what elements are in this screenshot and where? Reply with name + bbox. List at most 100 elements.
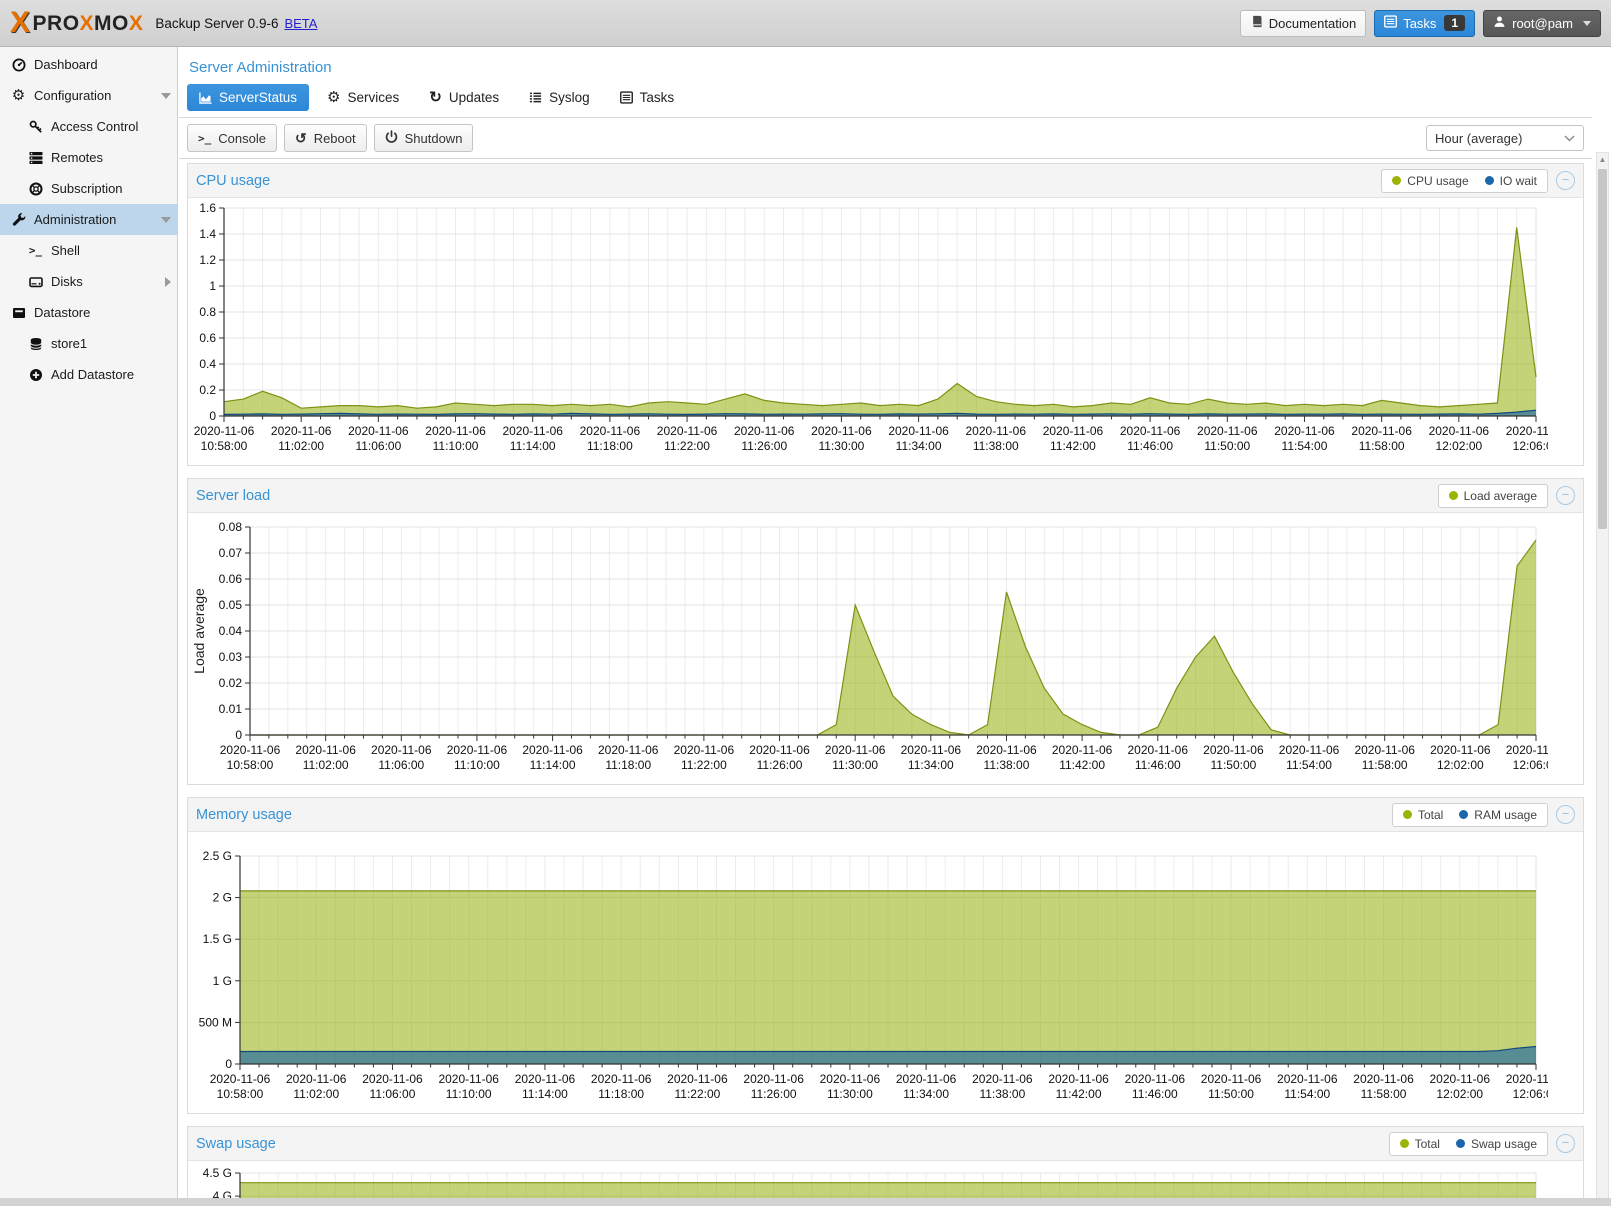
panel-title: Memory usage xyxy=(196,807,292,823)
collapse-icon[interactable]: − xyxy=(1556,1134,1575,1153)
console-label: Console xyxy=(218,131,266,146)
svg-text:0.02: 0.02 xyxy=(219,676,243,690)
collapse-icon[interactable]: − xyxy=(1556,486,1575,505)
svg-text:2.5 G: 2.5 G xyxy=(203,849,232,863)
svg-text:0: 0 xyxy=(209,409,216,423)
archive-box-icon xyxy=(10,306,27,320)
svg-text:11:42:00: 11:42:00 xyxy=(1056,1087,1102,1101)
svg-text:11:34:00: 11:34:00 xyxy=(896,439,942,453)
legend-dot-icon xyxy=(1459,810,1468,819)
sidebar-item-administration[interactable]: Administration xyxy=(0,204,177,235)
beta-link[interactable]: BETA xyxy=(284,16,317,31)
svg-text:11:22:00: 11:22:00 xyxy=(681,758,727,772)
server-list-icon xyxy=(27,151,44,165)
sidebar-item-label: Access Control xyxy=(51,119,138,134)
proxmox-x-icon: X xyxy=(10,8,31,38)
svg-text:11:38:00: 11:38:00 xyxy=(979,1087,1025,1101)
svg-text:2020-11-06: 2020-11-06 xyxy=(438,1072,499,1086)
cpu-usage-chart[interactable]: 1.61.41.210.80.60.40.202020-11-0610:58:0… xyxy=(188,198,1583,465)
svg-text:12:06:00: 12:06:00 xyxy=(1513,1087,1548,1101)
reboot-button[interactable]: ↺ Reboot xyxy=(284,124,367,152)
sidebar-item-label: Disks xyxy=(51,274,83,289)
svg-text:2020-11-06: 2020-11-06 xyxy=(1120,424,1181,438)
tab-label: Services xyxy=(348,90,400,105)
database-icon xyxy=(27,337,44,351)
svg-text:11:06:00: 11:06:00 xyxy=(355,439,401,453)
sidebar-item-dashboard[interactable]: Dashboard xyxy=(0,49,177,80)
vertical-scrollbar[interactable]: ▲ xyxy=(1596,152,1609,1206)
svg-text:11:06:00: 11:06:00 xyxy=(370,1087,416,1101)
svg-text:0.04: 0.04 xyxy=(219,624,243,638)
brand-text: PRO xyxy=(33,13,80,34)
plus-circle-icon xyxy=(27,368,44,382)
svg-text:2020-11-06: 2020-11-06 xyxy=(820,1072,881,1086)
svg-text:11:58:00: 11:58:00 xyxy=(1362,758,1408,772)
svg-text:0: 0 xyxy=(225,1057,232,1071)
tab-tasks[interactable]: Tasks xyxy=(608,84,687,111)
collapse-icon[interactable]: − xyxy=(1556,805,1575,824)
svg-text:2020-11-06: 2020-11-06 xyxy=(1430,1072,1491,1086)
sidebar-item-remotes[interactable]: Remotes xyxy=(0,142,177,173)
sidebar-item-configuration[interactable]: ⚙ Configuration xyxy=(0,80,177,111)
svg-text:2020-11-06: 2020-11-06 xyxy=(1354,743,1415,757)
svg-text:2020-11-06: 2020-11-06 xyxy=(1203,743,1264,757)
svg-text:2020-11-06: 2020-11-06 xyxy=(667,1072,728,1086)
server-load-chart[interactable]: 0.080.070.060.050.040.030.020.0102020-11… xyxy=(188,513,1583,784)
window-bottom-edge xyxy=(0,1198,1611,1206)
documentation-label: Documentation xyxy=(1269,16,1356,31)
svg-text:10:58:00: 10:58:00 xyxy=(201,439,248,453)
tab-serverstatus[interactable]: ServerStatus xyxy=(187,84,309,111)
svg-text:2020-11-06: 2020-11-06 xyxy=(348,424,409,438)
legend-label: Swap usage xyxy=(1471,1137,1537,1151)
chevron-down-icon xyxy=(161,217,171,223)
legend-item: Total xyxy=(1403,808,1443,822)
svg-text:2020-11-06: 2020-11-06 xyxy=(896,1072,957,1086)
collapse-icon[interactable]: − xyxy=(1556,171,1575,190)
tab-updates[interactable]: ↻ Updates xyxy=(417,84,511,111)
product-name: Backup Server 0.9-6 xyxy=(155,16,278,31)
chevron-down-icon xyxy=(1583,21,1591,26)
sidebar-item-label: Configuration xyxy=(34,88,111,103)
memory-usage-svg: 2.5 G2 G1.5 G1 G500 M02020-11-0610:58:00… xyxy=(188,832,1548,1108)
documentation-button[interactable]: Documentation xyxy=(1240,10,1366,37)
svg-text:0.6: 0.6 xyxy=(199,331,216,345)
svg-text:0.01: 0.01 xyxy=(219,702,243,716)
sidebar-item-add-datastore[interactable]: Add Datastore xyxy=(0,359,177,390)
svg-text:11:02:00: 11:02:00 xyxy=(278,439,324,453)
chart-legend: CPU usageIO wait xyxy=(1381,169,1548,193)
sidebar-item-store1[interactable]: store1 xyxy=(0,328,177,359)
shutdown-button[interactable]: Shutdown xyxy=(374,124,474,152)
sidebar-item-datastore[interactable]: Datastore xyxy=(0,297,177,328)
tab-syslog[interactable]: Syslog xyxy=(517,84,602,111)
scroll-up-arrow[interactable]: ▲ xyxy=(1598,155,1607,164)
svg-text:2020-11-06: 2020-11-06 xyxy=(1201,1072,1262,1086)
chevron-right-icon xyxy=(165,277,171,287)
task-list-icon xyxy=(620,91,633,104)
panel-header: CPU usage CPU usageIO wait − xyxy=(188,164,1583,198)
svg-text:1.4: 1.4 xyxy=(199,227,216,241)
sidebar-item-disks[interactable]: Disks xyxy=(0,266,177,297)
svg-text:2020-11-06: 2020-11-06 xyxy=(271,424,332,438)
scrollbar-thumb[interactable] xyxy=(1598,169,1607,529)
svg-text:11:02:00: 11:02:00 xyxy=(293,1087,339,1101)
memory-usage-chart[interactable]: 2.5 G2 G1.5 G1 G500 M02020-11-0610:58:00… xyxy=(188,832,1583,1113)
legend-label: Total xyxy=(1415,1137,1440,1151)
svg-text:2020-11-06: 2020-11-06 xyxy=(286,1072,347,1086)
svg-text:2020-11-06: 2020-11-06 xyxy=(1353,1072,1414,1086)
legend-dot-icon xyxy=(1400,1139,1409,1148)
user-menu-button[interactable]: root@pam xyxy=(1483,10,1601,37)
svg-text:500 M: 500 M xyxy=(199,1015,232,1029)
legend-item: CPU usage xyxy=(1392,174,1468,188)
wrench-icon xyxy=(10,213,27,227)
tab-services[interactable]: ⚙ Services xyxy=(315,84,411,111)
gears-icon: ⚙ xyxy=(327,90,340,105)
legend-dot-icon xyxy=(1485,176,1494,185)
timeframe-select[interactable]: Hour (average) xyxy=(1426,125,1584,151)
sidebar-item-subscription[interactable]: Subscription xyxy=(0,173,177,204)
svg-text:1.2: 1.2 xyxy=(199,253,216,267)
sidebar-item-access-control[interactable]: Access Control xyxy=(0,111,177,142)
tasks-button[interactable]: Tasks 1 xyxy=(1374,10,1475,37)
disk-icon xyxy=(27,275,44,289)
console-button[interactable]: >_ Console xyxy=(187,124,277,152)
sidebar-item-shell[interactable]: >_ Shell xyxy=(0,235,177,266)
